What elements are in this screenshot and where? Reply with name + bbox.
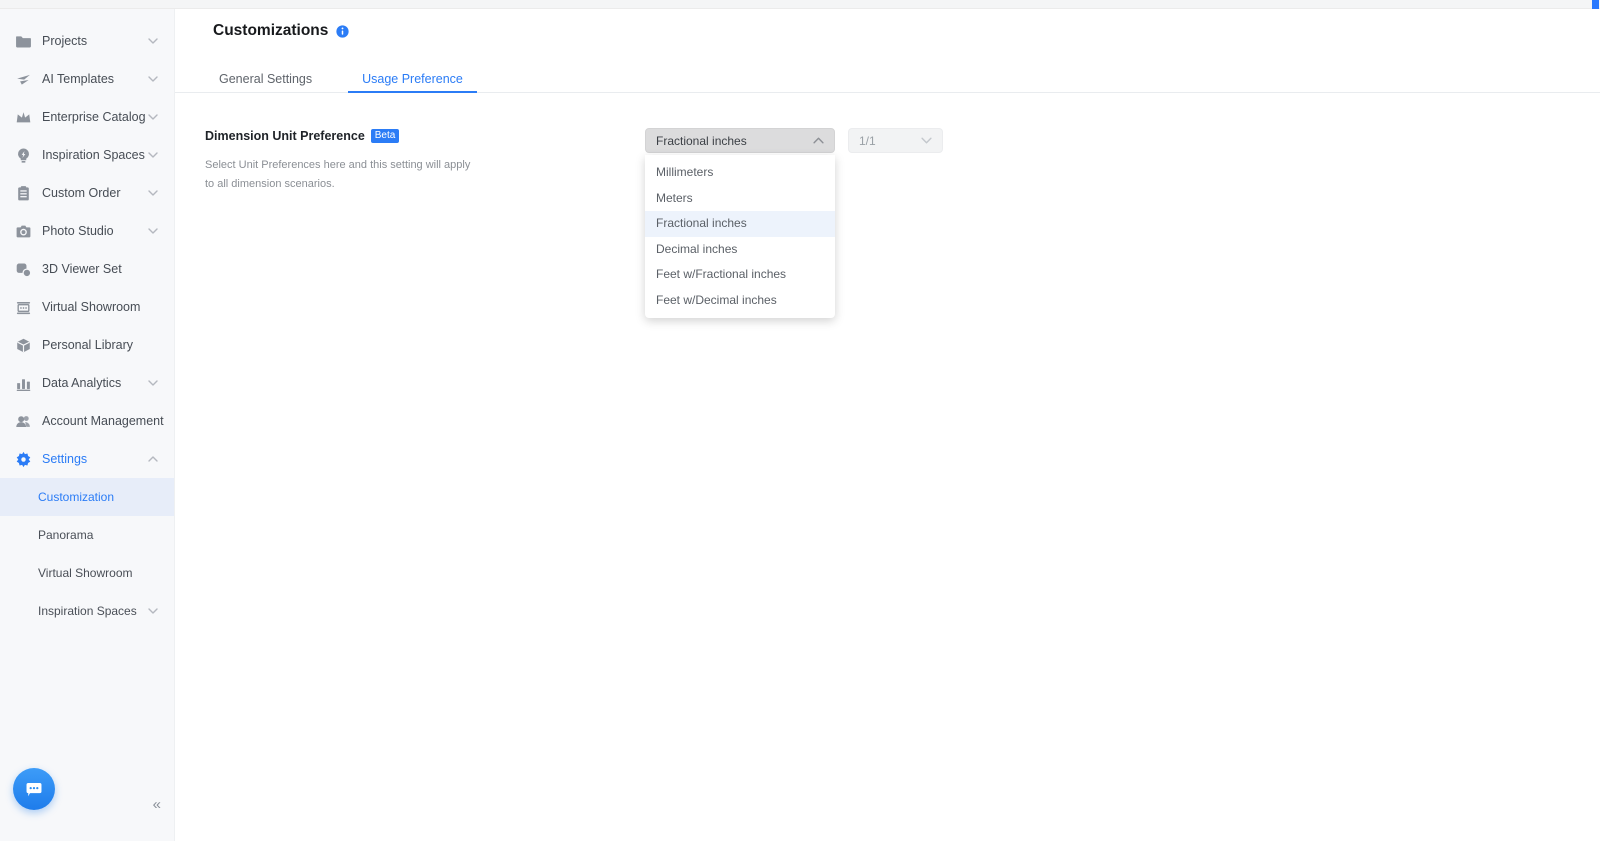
sidebar-item-ai-templates[interactable]: AI Templates — [0, 60, 174, 98]
sidebar-item-label: Inspiration Spaces — [42, 148, 145, 162]
sidebar-collapse-button[interactable]: « — [153, 796, 161, 813]
dropdown-option-fractional-inches[interactable]: Fractional inches — [645, 211, 835, 237]
tab-bar: General Settings Usage Preference — [175, 67, 1600, 93]
gear-icon — [14, 450, 32, 468]
camera-icon — [14, 222, 32, 240]
sidebar-item-label: Virtual Showroom — [42, 300, 141, 314]
sidebar-item-photo-studio[interactable]: Photo Studio — [0, 212, 174, 250]
users-icon — [14, 412, 32, 430]
preference-label-row: Dimension Unit Preference Beta — [205, 129, 400, 143]
sidebar-subitem-panorama[interactable]: Panorama — [0, 516, 174, 554]
sidebar-item-settings[interactable]: Settings — [0, 440, 174, 478]
sidebar-item-label: Account Management — [42, 414, 164, 428]
top-strip — [0, 0, 1600, 9]
sidebar-item-label: Enterprise Catalog — [42, 110, 146, 124]
page-header: Customizations — [213, 22, 350, 40]
main-content: Customizations General Settings Usage Pr… — [175, 9, 1600, 841]
chat-bubble-icon — [23, 778, 45, 800]
unit-select-value: Fractional inches — [656, 133, 747, 148]
dropdown-option-decimal-inches[interactable]: Decimal inches — [645, 237, 835, 263]
storefront-icon — [14, 298, 32, 316]
sidebar-item-label: Settings — [42, 452, 88, 466]
preference-description: Select Unit Preferences here and this se… — [205, 159, 471, 190]
sidebar-item-label: AI Templates — [42, 72, 115, 86]
beta-badge: Beta — [370, 129, 400, 143]
folder-icon — [14, 32, 32, 50]
ai-templates-icon — [14, 70, 32, 88]
sidebar-item-label: Personal Library — [42, 338, 134, 352]
chevron-down-icon — [148, 38, 158, 44]
chevron-down-icon — [921, 137, 932, 144]
dropdown-option-feet-decimal-inches[interactable]: Feet w/Decimal inches — [645, 288, 835, 314]
chevron-down-icon — [148, 228, 158, 234]
sidebar-item-label: Data Analytics — [42, 376, 122, 390]
sidebar-subitem-label: Inspiration Spaces — [38, 604, 137, 618]
tab-general-settings[interactable]: General Settings — [205, 67, 326, 92]
sidebar-subitem-label: Panorama — [38, 528, 94, 542]
sidebar-item-label: Photo Studio — [42, 224, 114, 238]
sidebar-item-account-management[interactable]: Account Management — [0, 402, 174, 440]
chevron-down-icon — [148, 608, 158, 614]
tab-usage-preference[interactable]: Usage Preference — [348, 67, 477, 93]
sidebar-item-label: Custom Order — [42, 186, 121, 200]
sidebar-subitem-customization[interactable]: Customization — [0, 478, 174, 516]
horizontal-scrollbar-thumb[interactable] — [1592, 0, 1599, 9]
chevron-up-icon — [813, 137, 824, 144]
unit-select[interactable]: Fractional inches — [645, 128, 835, 153]
sidebar-nav: Projects AI Templates Enterprise Catalog… — [0, 9, 174, 630]
sidebar-item-inspiration-spaces[interactable]: Inspiration Spaces — [0, 136, 174, 174]
chevron-down-icon — [148, 76, 158, 82]
sidebar-item-custom-order[interactable]: Custom Order — [0, 174, 174, 212]
sidebar: Projects AI Templates Enterprise Catalog… — [0, 9, 175, 841]
info-icon[interactable] — [336, 24, 350, 38]
precision-select-value: 1/1 — [859, 133, 876, 148]
dropdown-option-meters[interactable]: Meters — [645, 186, 835, 212]
sidebar-subitem-virtual-showroom[interactable]: Virtual Showroom — [0, 554, 174, 592]
sidebar-item-personal-library[interactable]: Personal Library — [0, 326, 174, 364]
sidebar-item-3d-viewer-set[interactable]: 3D Viewer Set — [0, 250, 174, 288]
bar-chart-icon — [14, 374, 32, 392]
box-icon — [14, 336, 32, 354]
sidebar-item-enterprise-catalog[interactable]: Enterprise Catalog — [0, 98, 174, 136]
crown-icon — [14, 108, 32, 126]
sidebar-subitem-label: Customization — [38, 490, 115, 504]
sidebar-item-virtual-showroom[interactable]: Virtual Showroom — [0, 288, 174, 326]
sidebar-subitem-label: Virtual Showroom — [38, 566, 133, 580]
cube-icon — [14, 260, 32, 278]
chevron-down-icon — [148, 190, 158, 196]
chevron-down-icon — [148, 114, 158, 120]
chevron-down-icon — [148, 152, 158, 158]
sidebar-item-label: Projects — [42, 34, 88, 48]
lightbulb-icon — [14, 146, 32, 164]
chevron-down-icon — [148, 380, 158, 386]
chevron-up-icon — [148, 456, 158, 462]
sidebar-subitem-inspiration-spaces[interactable]: Inspiration Spaces — [0, 592, 174, 630]
clipboard-icon — [14, 184, 32, 202]
chat-button[interactable] — [13, 768, 55, 810]
sidebar-item-data-analytics[interactable]: Data Analytics — [0, 364, 174, 402]
preference-label: Dimension Unit Preference — [205, 129, 365, 143]
unit-dropdown-menu: Millimeters Meters Fractional inches Dec… — [645, 155, 835, 318]
page-title: Customizations — [213, 22, 329, 39]
dropdown-option-feet-fractional-inches[interactable]: Feet w/Fractional inches — [645, 262, 835, 288]
precision-select[interactable]: 1/1 — [848, 128, 943, 153]
sidebar-item-label: 3D Viewer Set — [42, 262, 122, 276]
dropdown-option-millimeters[interactable]: Millimeters — [645, 160, 835, 186]
sidebar-item-projects[interactable]: Projects — [0, 22, 174, 60]
